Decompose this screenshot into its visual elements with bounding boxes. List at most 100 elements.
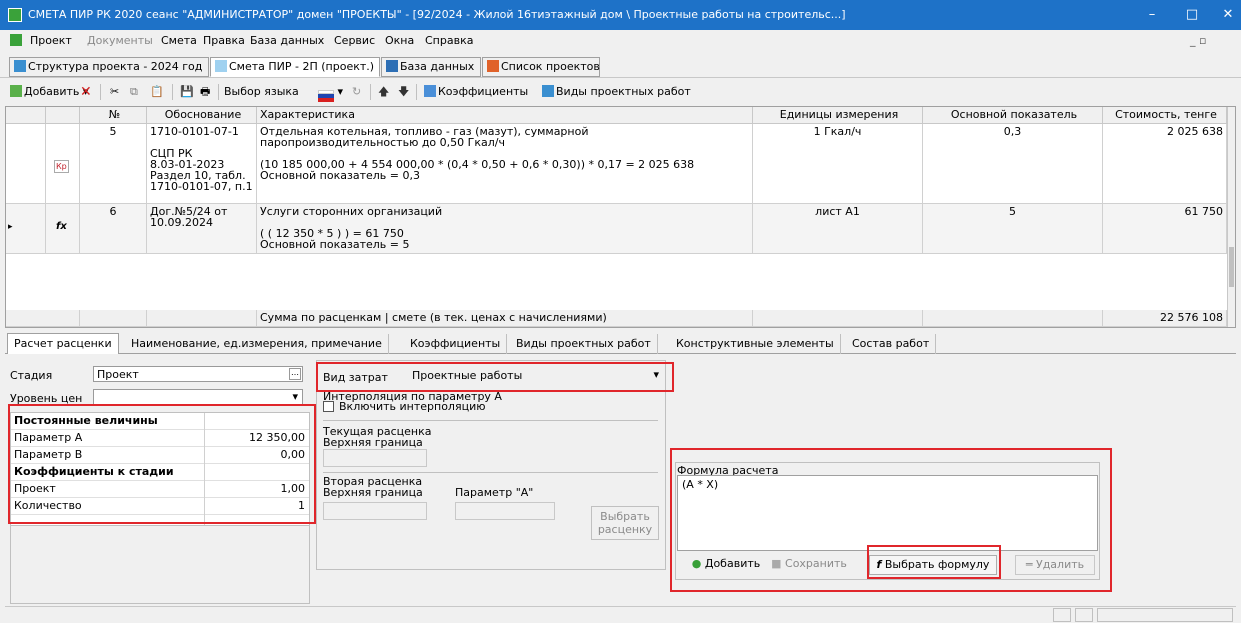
- column-header-unit[interactable]: Единицы измерения: [753, 107, 923, 124]
- column-header: [6, 107, 46, 124]
- menu-service[interactable]: Сервис: [334, 34, 375, 47]
- formula-icon: fx: [56, 221, 67, 232]
- menu-help[interactable]: Справка: [425, 34, 473, 47]
- menu-estimate[interactable]: Смета: [161, 34, 197, 47]
- column-header: [46, 107, 80, 124]
- app-menu-icon[interactable]: [10, 34, 22, 46]
- maximize-button[interactable]: □: [1177, 4, 1207, 26]
- menu-edit[interactable]: Правка: [203, 34, 245, 47]
- title-bar: СМЕТА ПИР РК 2020 сеанс "АДМИНИСТРАТОР" …: [0, 0, 1241, 30]
- toolbar-separator: [172, 84, 173, 100]
- row-description[interactable]: Отдельная котельная, топливо - газ (мазу…: [257, 124, 753, 204]
- tab-project-structure[interactable]: Структура проекта - 2024 год: [9, 57, 209, 77]
- menu-windows[interactable]: Окна: [385, 34, 414, 47]
- move-up-icon[interactable]: 🡅: [378, 83, 389, 101]
- menu-project[interactable]: Проект: [30, 34, 72, 47]
- footer-total: 22 576 108: [1103, 310, 1227, 327]
- upper-bound-field[interactable]: [323, 449, 427, 467]
- tab-project-list[interactable]: Список проектов: [482, 57, 600, 77]
- status-bar: [5, 606, 1236, 623]
- add-button[interactable]: Добавить ▾: [10, 83, 88, 101]
- tab-work-composition[interactable]: Состав работ: [846, 334, 937, 354]
- row-icon-cell: fx: [46, 204, 80, 254]
- cut-icon[interactable]: ✂: [110, 83, 119, 101]
- row-unit[interactable]: 1 Гкал/ч: [753, 124, 923, 204]
- highlight-box: [316, 362, 674, 392]
- language-flag-icon[interactable]: ▾: [318, 83, 343, 101]
- footer-cell: [6, 310, 80, 327]
- paste-icon[interactable]: 📋: [150, 83, 164, 101]
- language-button[interactable]: Выбор языка: [224, 83, 299, 101]
- refresh-icon[interactable]: ↻: [352, 83, 361, 101]
- row-cost[interactable]: 61 750: [1103, 204, 1227, 254]
- row-indicator[interactable]: [6, 124, 46, 204]
- minimize-button[interactable]: –: [1137, 4, 1167, 26]
- row-unit[interactable]: лист А1: [753, 204, 923, 254]
- work-types-button[interactable]: Виды проектных работ: [542, 83, 691, 101]
- close-button[interactable]: ✕: [1213, 4, 1241, 26]
- formula-save-button[interactable]: ■ Сохранить: [767, 555, 851, 575]
- row-number[interactable]: 6: [80, 204, 147, 254]
- column-header-number[interactable]: №: [80, 107, 147, 124]
- divider: [323, 420, 658, 421]
- status-panel: [1075, 608, 1093, 622]
- column-header-basis[interactable]: Обоснование: [147, 107, 257, 124]
- move-down-icon[interactable]: 🡇: [398, 83, 409, 101]
- copy-icon[interactable]: ⧉: [130, 83, 138, 101]
- upper-bound-2-label: Верхняя граница: [323, 486, 423, 499]
- print-icon[interactable]: 🖶: [200, 83, 210, 101]
- add-icon: [10, 85, 22, 97]
- formula-textarea[interactable]: (A * X): [677, 475, 1098, 551]
- menu-bar: Проект Документы Смета Правка База данны…: [0, 30, 1241, 50]
- grid-scrollbar[interactable]: [1227, 107, 1235, 327]
- delete-icon[interactable]: ✕: [80, 83, 92, 101]
- toolbar-separator: [416, 84, 417, 100]
- stage-field[interactable]: Проект…: [93, 366, 303, 382]
- toolbar-separator: [370, 84, 371, 100]
- database-icon: [386, 60, 398, 72]
- formula-delete-button[interactable]: ═ Удалить: [1015, 555, 1095, 575]
- coefficients-button[interactable]: Коэффициенты: [424, 83, 528, 101]
- row-main-indicator[interactable]: 5: [923, 204, 1103, 254]
- param-a-field[interactable]: [455, 502, 555, 520]
- window-title: СМЕТА ПИР РК 2020 сеанс "АДМИНИСТРАТОР" …: [28, 8, 846, 21]
- menu-documents[interactable]: Документы: [87, 34, 153, 47]
- column-header-cost[interactable]: Стоимость, тенге: [1103, 107, 1227, 124]
- tab-structural-elements[interactable]: Конструктивные элементы: [670, 334, 841, 354]
- interpolation-checkbox[interactable]: [323, 401, 334, 412]
- highlight-box: [8, 404, 316, 524]
- choose-rate-button[interactable]: Выбрать расценку: [591, 506, 659, 540]
- highlight-box: [867, 545, 1001, 579]
- table-icon: [215, 60, 227, 72]
- document-tabs: Структура проекта - 2024 год Смета ПИР -…: [0, 50, 1241, 78]
- row-number[interactable]: 5: [80, 124, 147, 204]
- mdi-controls-icon[interactable]: _ ▫: [1190, 34, 1206, 47]
- footer-cell: [147, 310, 257, 327]
- tab-coefficients[interactable]: Коэффициенты: [404, 334, 508, 354]
- tab-rate-calculation[interactable]: Расчет расценки: [7, 333, 119, 355]
- tab-work-types[interactable]: Виды проектных работ: [510, 334, 658, 354]
- tab-database[interactable]: База данных: [381, 57, 481, 77]
- column-header-main-indicator[interactable]: Основной показатель: [923, 107, 1103, 124]
- menu-database[interactable]: База данных: [250, 34, 324, 47]
- tab-name-units[interactable]: Наименование, ед.измерения, примечание: [125, 334, 389, 354]
- upper-bound-label: Верхняя граница: [323, 436, 423, 449]
- upper-bound-2-field[interactable]: [323, 502, 427, 520]
- tab-estimate[interactable]: Смета ПИР - 2П (проект.): [210, 57, 380, 77]
- toolbar-separator: [218, 84, 219, 100]
- scrollbar-thumb[interactable]: [1229, 247, 1234, 287]
- row-main-indicator[interactable]: 0,3: [923, 124, 1103, 204]
- interpolation-checkbox-label: Включить интерполяцию: [339, 400, 486, 413]
- row-description[interactable]: Услуги сторонних организаций( ( 12 350 *…: [257, 204, 753, 254]
- save-icon[interactable]: 💾: [180, 83, 194, 101]
- column-header-description[interactable]: Характеристика: [257, 107, 753, 124]
- stage-label: Стадия: [10, 369, 53, 382]
- ellipsis-icon[interactable]: …: [289, 368, 301, 380]
- row-cost[interactable]: 2 025 638: [1103, 124, 1227, 204]
- estimate-grid[interactable]: № Обоснование Характеристика Единицы изм…: [5, 106, 1236, 328]
- formula-add-button[interactable]: ● Добавить: [685, 555, 767, 575]
- price-level-select[interactable]: ▾: [93, 389, 303, 405]
- row-basis[interactable]: 1710-0101-07-1 СЦП РК 8.03-01-2023 Раздел 1…: [147, 124, 257, 204]
- row-indicator[interactable]: ▸: [6, 204, 46, 254]
- row-basis[interactable]: Дог.№5/24 от 10.09.2024: [147, 204, 257, 254]
